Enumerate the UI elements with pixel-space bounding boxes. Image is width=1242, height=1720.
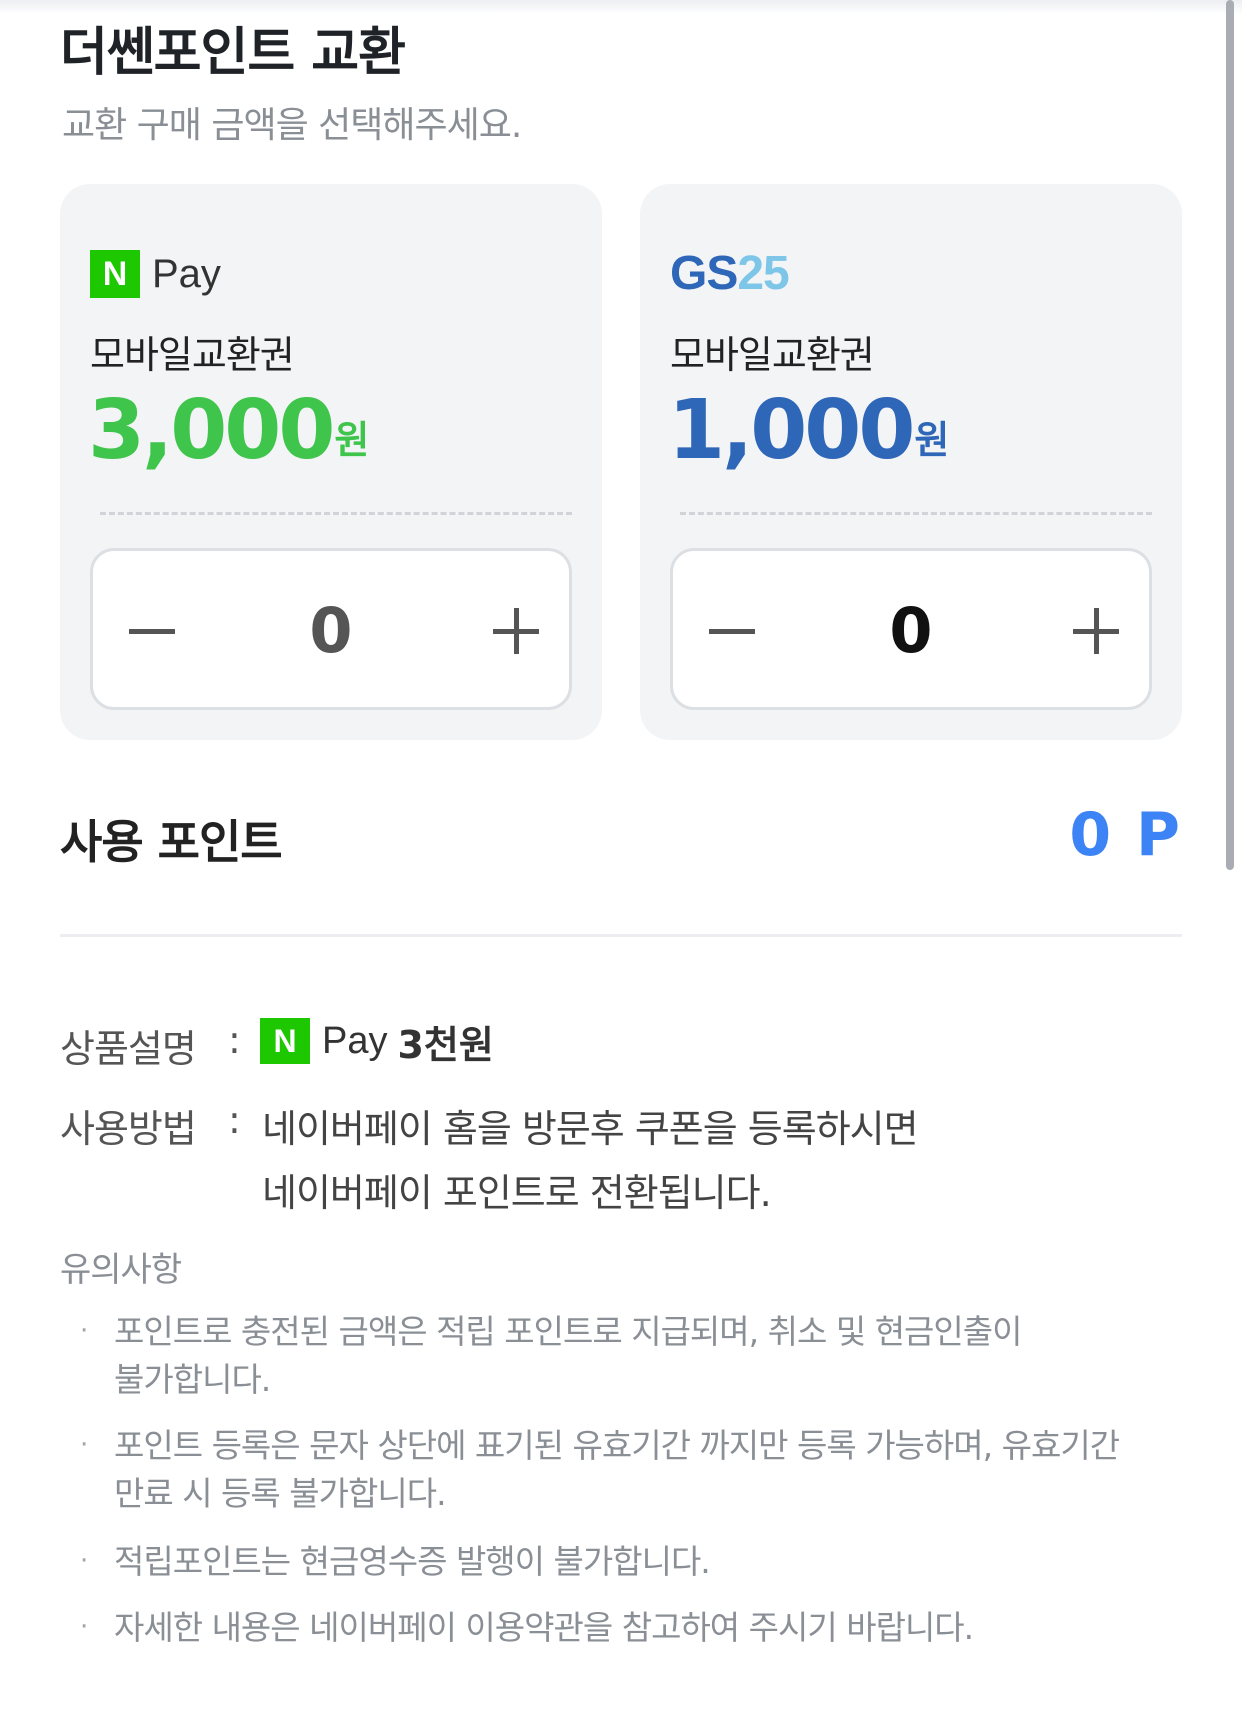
used-points-label: 사용 포인트: [60, 815, 283, 869]
usage-method-line-2: 네이버페이 포인트로 전환됩니다.: [262, 1171, 772, 1215]
used-points-value: 0 P: [1069, 800, 1182, 870]
note-line: 포인트 등록은 문자 상단에 표기된 유효기간 까지만 등록 가능하며, 유효기…: [114, 1426, 1120, 1465]
gs25-voucher-card: GS25 모바일교환권 1,000 원 0: [640, 184, 1182, 740]
voucher-amount-unit: 원: [914, 418, 950, 462]
bullet-icon: ·: [80, 1612, 89, 1642]
voucher-amount-value: 1,000: [668, 383, 915, 478]
colon: :: [228, 1098, 241, 1142]
notes-title: 유의사항: [60, 1250, 182, 1290]
gs25-logo-25: 25: [737, 247, 789, 300]
note-line: 적립포인트는 현금영수증 발행이 불가합니다.: [114, 1542, 711, 1581]
gs25-quantity-stepper: 0: [670, 548, 1152, 710]
note-item: 적립포인트는 현금영수증 발행이 불가합니다.: [114, 1538, 1154, 1586]
colon: :: [228, 1018, 241, 1062]
voucher-amount-unit: 원: [334, 418, 370, 462]
bullet-icon: ·: [80, 1430, 89, 1460]
npay-logo-text: Pay: [152, 251, 221, 296]
voucher-name: 모바일교환권: [90, 333, 295, 377]
bullet-icon: ·: [80, 1546, 89, 1576]
npay-logo-box: N: [90, 250, 140, 298]
product-description-label: 상품설명: [60, 1027, 197, 1071]
voucher-amount-value: 3,000: [88, 383, 335, 478]
npay-quantity-stepper: 0: [90, 548, 572, 710]
note-line: 불가합니다.: [114, 1360, 271, 1399]
gs25-logo: GS25: [670, 247, 790, 300]
gs25-logo-gs: GS: [670, 247, 738, 300]
npay-logo-box: N: [260, 1018, 310, 1064]
npay-voucher-card: N Pay 모바일교환권 3,000 원 0: [60, 184, 602, 740]
voucher-amount: 3,000 원: [88, 390, 369, 472]
bullet-icon: ·: [80, 1316, 89, 1346]
product-description-value: N Pay 3천원: [260, 1018, 494, 1067]
note-line: 만료 시 등록 불가합니다.: [114, 1474, 447, 1513]
npay-logo-text: Pay: [322, 1019, 388, 1062]
page-subtitle: 교환 구매 금액을 선택해주세요.: [62, 105, 522, 146]
voucher-name: 모바일교환권: [670, 333, 875, 377]
note-item: 자세한 내용은 네이버페이 이용약관을 참고하여 주시기 바랍니다.: [114, 1604, 1154, 1652]
page-title: 더쎈포인트 교환: [60, 23, 406, 83]
voucher-amount: 1,000 원: [668, 390, 949, 472]
dashed-divider: [100, 512, 572, 515]
usage-method-label: 사용방법: [60, 1107, 197, 1151]
product-name: 3천원: [397, 1022, 494, 1067]
note-line: 자세한 내용은 네이버페이 이용약관을 참고하여 주시기 바랍니다.: [114, 1608, 974, 1647]
usage-method-line-1: 네이버페이 홈을 방문후 쿠폰을 등록하시면: [262, 1107, 919, 1151]
note-item: 포인트 등록은 문자 상단에 표기된 유효기간 까지만 등록 가능하며, 유효기…: [114, 1422, 1154, 1518]
npay-logo: N Pay: [90, 250, 221, 298]
section-divider: [60, 934, 1182, 937]
dashed-divider: [680, 512, 1152, 515]
note-line: 포인트로 충전된 금액은 적립 포인트로 지급되며, 취소 및 현금인출이: [114, 1312, 1023, 1351]
note-item: 포인트로 충전된 금액은 적립 포인트로 지급되며, 취소 및 현금인출이 불가…: [114, 1308, 1154, 1404]
scrollbar[interactable]: [1226, 0, 1234, 870]
